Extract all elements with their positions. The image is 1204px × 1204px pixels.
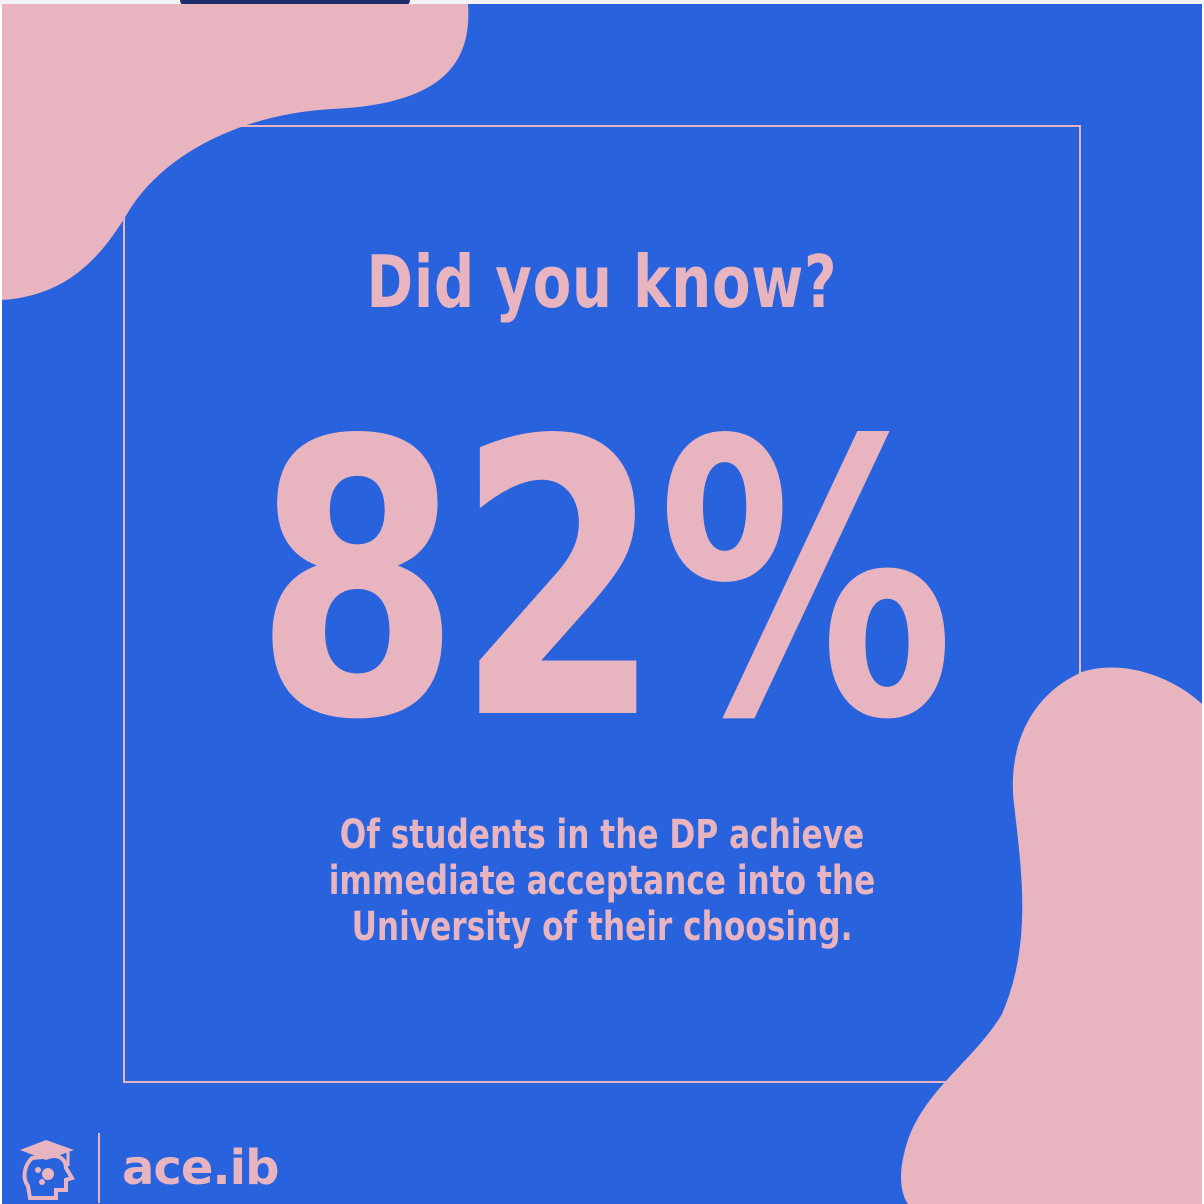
brand-signature: ace.ib — [16, 1132, 279, 1204]
brand-name: ace.ib — [122, 1140, 279, 1196]
page: Did you know? 82% Of students in the DP … — [0, 0, 1204, 1204]
instagram-post-image: Did you know? 82% Of students in the DP … — [2, 4, 1202, 1204]
statistic-value: 82% — [254, 360, 954, 803]
statistic-caption: Of students in the DP achieve immediate … — [134, 812, 1070, 950]
caption-line-1: Of students in the DP achieve — [339, 812, 865, 858]
headline: Did you know? — [366, 240, 838, 324]
caption-line-3: University of their choosing. — [351, 904, 853, 950]
caption-line-2: immediate acceptance into the — [328, 858, 876, 904]
brand-divider — [98, 1133, 100, 1203]
graduate-head-icon — [20, 1140, 75, 1200]
